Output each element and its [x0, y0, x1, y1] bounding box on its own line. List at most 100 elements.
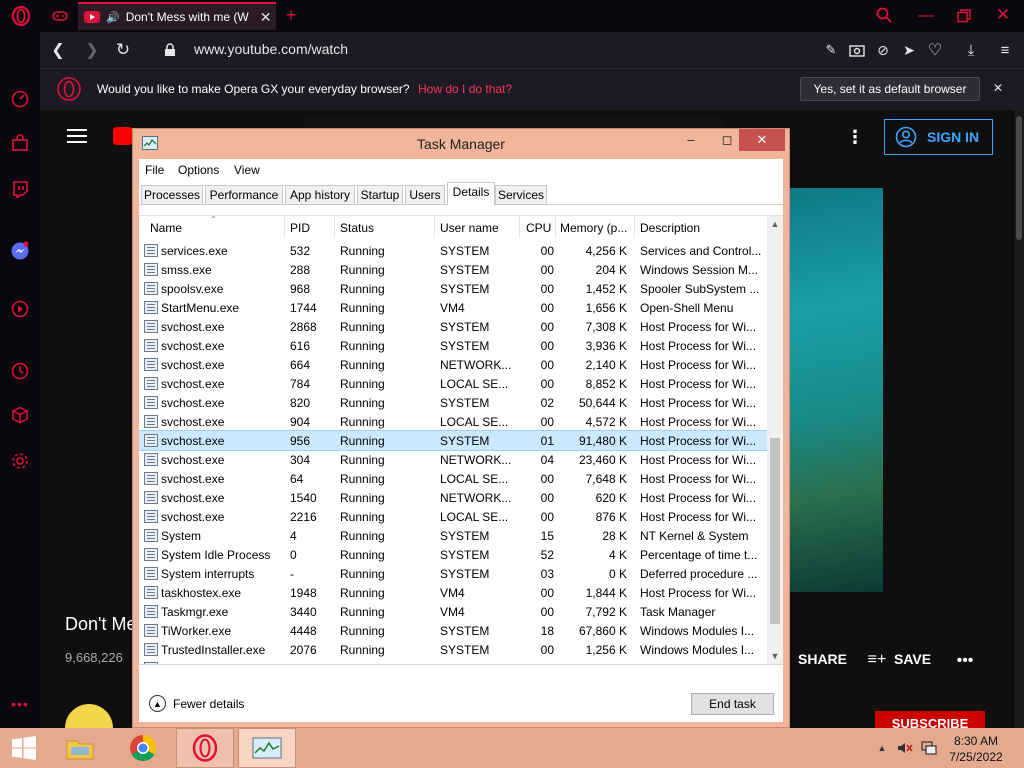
table-row[interactable]: svchost.exe 664 Running NETWORK... 00 2,140 K…	[139, 355, 767, 374]
menu-file[interactable]: File	[145, 163, 164, 177]
menu-view[interactable]: View	[234, 163, 260, 177]
fewer-details-button[interactable]: Fewer details	[173, 697, 244, 711]
table-row[interactable]: System 4 Running SYSTEM 15 28 K NT Kernel & Sy…	[139, 526, 767, 545]
col-user-name[interactable]: User name	[440, 221, 499, 235]
col-name[interactable]: Name	[150, 221, 182, 235]
tab-performance[interactable]: Performance	[205, 185, 283, 205]
heart-icon[interactable]: ♡	[926, 40, 944, 60]
adblock-icon[interactable]: ⊘	[874, 40, 892, 60]
column-divider[interactable]	[519, 216, 520, 238]
minimize-icon[interactable]: —	[916, 6, 936, 26]
table-row[interactable]: svchost.exe 64 Running LOCAL SE... 00 7,648 K…	[139, 469, 767, 488]
send-icon[interactable]: ➤	[900, 40, 918, 60]
column-divider[interactable]	[634, 216, 635, 238]
show-hidden-icons-icon[interactable]: ▲	[876, 742, 888, 754]
more-actions-icon[interactable]: •••	[955, 651, 975, 671]
download-icon[interactable]: ⤓	[962, 40, 980, 60]
opera-gx-taskbar-icon[interactable]	[176, 728, 234, 768]
file-explorer-icon[interactable]	[54, 728, 106, 768]
reload-icon[interactable]: ↻	[114, 40, 132, 60]
column-divider[interactable]	[334, 216, 335, 238]
forward-arrow-icon[interactable]: ❯	[84, 40, 100, 60]
volume-muted-icon[interactable]	[896, 739, 914, 757]
chrome-icon[interactable]	[117, 728, 169, 768]
shopping-bag-icon[interactable]	[9, 132, 31, 154]
grid-scrollbar-thumb[interactable]	[770, 438, 780, 624]
youtube-logo-icon[interactable]	[113, 127, 133, 145]
table-row[interactable]: StartMenu.exe 1744 Running VM4 00 1,656 K Open…	[139, 298, 767, 317]
tm-close-icon[interactable]: ✕	[739, 129, 785, 151]
table-row[interactable]: svchost.exe 820 Running SYSTEM 02 50,644 K Hos…	[139, 393, 767, 412]
column-divider[interactable]	[284, 216, 285, 238]
menu-options[interactable]: Options	[178, 163, 219, 177]
back-arrow-icon[interactable]: ❮	[50, 40, 66, 60]
messenger-icon[interactable]	[9, 240, 31, 262]
table-row[interactable]: svchost.exe 2216 Running LOCAL SE... 00 876 K…	[139, 507, 767, 526]
close-tab-icon[interactable]: ✕	[260, 9, 272, 26]
table-row[interactable]: svchost.exe 956 Running SYSTEM 01 91,480 K Hos…	[139, 430, 768, 451]
task-manager-taskbar-icon[interactable]	[238, 728, 296, 768]
camera-icon[interactable]	[848, 40, 866, 60]
close-infobar-icon[interactable]: ✕	[990, 80, 1006, 96]
table-row[interactable]: spoolsv.exe 968 Running SYSTEM 00 1,452 K Spoo…	[139, 279, 767, 298]
tab-app-history[interactable]: App history	[285, 185, 355, 205]
grid-scrollbar[interactable]: ▲ ▼	[767, 216, 783, 664]
table-row[interactable]: svchost.exe 784 Running LOCAL SE... 00 8,852 …	[139, 374, 767, 393]
share-button[interactable]: SHARE	[798, 651, 847, 667]
table-row[interactable]: svchost.exe 2868 Running SYSTEM 00 7,308 K Hos…	[139, 317, 767, 336]
hamburger-menu-icon[interactable]	[66, 126, 88, 146]
windows-start-icon[interactable]	[0, 728, 48, 768]
video-frame[interactable]	[786, 188, 883, 592]
scroll-down-icon[interactable]: ▼	[767, 648, 783, 664]
column-divider[interactable]	[434, 216, 435, 238]
set-default-browser-button[interactable]: Yes, set it as default browser	[800, 77, 980, 101]
infobar-help-link[interactable]: How do I do that?	[418, 82, 512, 96]
tab-processes[interactable]: Processes	[141, 185, 203, 205]
tm-minimize-icon[interactable]: –	[673, 129, 709, 151]
table-row[interactable]: smss.exe 288 Running SYSTEM 00 204 K Windows S…	[139, 260, 767, 279]
table-row[interactable]: TiWorker.exe 4448 Running SYSTEM 18 67,860 K W…	[139, 621, 767, 640]
youtube-settings-dots-icon[interactable]: ⋮	[846, 126, 864, 148]
tab-youtube[interactable]: 🔊 Don't Mess with me (W ✕	[78, 2, 276, 30]
scroll-up-icon[interactable]: ▲	[767, 216, 783, 232]
table-row[interactable]: services.exe 532 Running SYSTEM 00 4,256 K Ser…	[139, 241, 767, 260]
history-icon[interactable]	[9, 360, 31, 382]
network-icon[interactable]	[920, 739, 938, 757]
taskbar-clock[interactable]: 8:30 AM 7/25/2022	[944, 733, 1008, 765]
extensions-cube-icon[interactable]	[9, 404, 31, 426]
table-row[interactable]: svchost.exe 1540 Running NETWORK... 00 620 K H…	[139, 488, 767, 507]
table-row[interactable]: System interrupts - Running SYSTEM 03 0 K Defe…	[139, 564, 767, 583]
chevron-up-circle-icon[interactable]: ▲	[149, 695, 166, 712]
table-row[interactable]: wininit.exe 440 Running SYSTEM 00 456 K Window…	[139, 659, 767, 664]
speaker-icon[interactable]: 🔊	[106, 11, 120, 24]
player-icon[interactable]	[9, 298, 31, 320]
col-pid[interactable]: PID	[290, 221, 310, 235]
table-row[interactable]: svchost.exe 616 Running SYSTEM 00 3,936 K Host…	[139, 336, 767, 355]
opera-logo-icon[interactable]	[10, 4, 32, 28]
end-task-button[interactable]: End task	[691, 693, 774, 715]
save-button[interactable]: SAVE	[894, 651, 931, 667]
table-row[interactable]: TrustedInstaller.exe 2076 Running SYSTEM 00 1…	[139, 640, 767, 659]
gamepad-icon[interactable]	[50, 6, 70, 26]
table-row[interactable]: System Idle Process 0 Running SYSTEM 52 4 K Pe…	[139, 545, 767, 564]
col-status[interactable]: Status	[340, 221, 374, 235]
page-scrollbar-thumb[interactable]	[1016, 116, 1022, 240]
table-row[interactable]: svchost.exe 304 Running NETWORK... 04 23,460 …	[139, 450, 767, 469]
tab-users[interactable]: Users	[405, 185, 445, 205]
col-description[interactable]: Description	[640, 221, 700, 235]
new-tab-icon[interactable]: +	[282, 5, 300, 25]
close-window-icon[interactable]: ✕	[993, 5, 1013, 25]
tab-startup[interactable]: Startup	[357, 185, 403, 205]
url-field[interactable]: www.youtube.com/watch	[194, 41, 348, 57]
tab-services[interactable]: Services	[495, 185, 547, 205]
column-divider[interactable]	[555, 216, 556, 238]
speed-dial-icon[interactable]	[9, 88, 31, 110]
edit-icon[interactable]: ✎	[822, 40, 840, 60]
easy-setup-icon[interactable]: ≡	[996, 40, 1014, 60]
search-icon[interactable]	[874, 5, 894, 25]
restore-icon[interactable]	[954, 6, 974, 26]
col-memory[interactable]: Memory (p...	[560, 221, 627, 235]
table-row[interactable]: taskhostex.exe 1948 Running VM4 00 1,844 K Hos…	[139, 583, 767, 602]
settings-gear-icon[interactable]	[9, 450, 31, 472]
table-row[interactable]: Taskmgr.exe 3440 Running VM4 00 7,792 K Task M…	[139, 602, 767, 621]
